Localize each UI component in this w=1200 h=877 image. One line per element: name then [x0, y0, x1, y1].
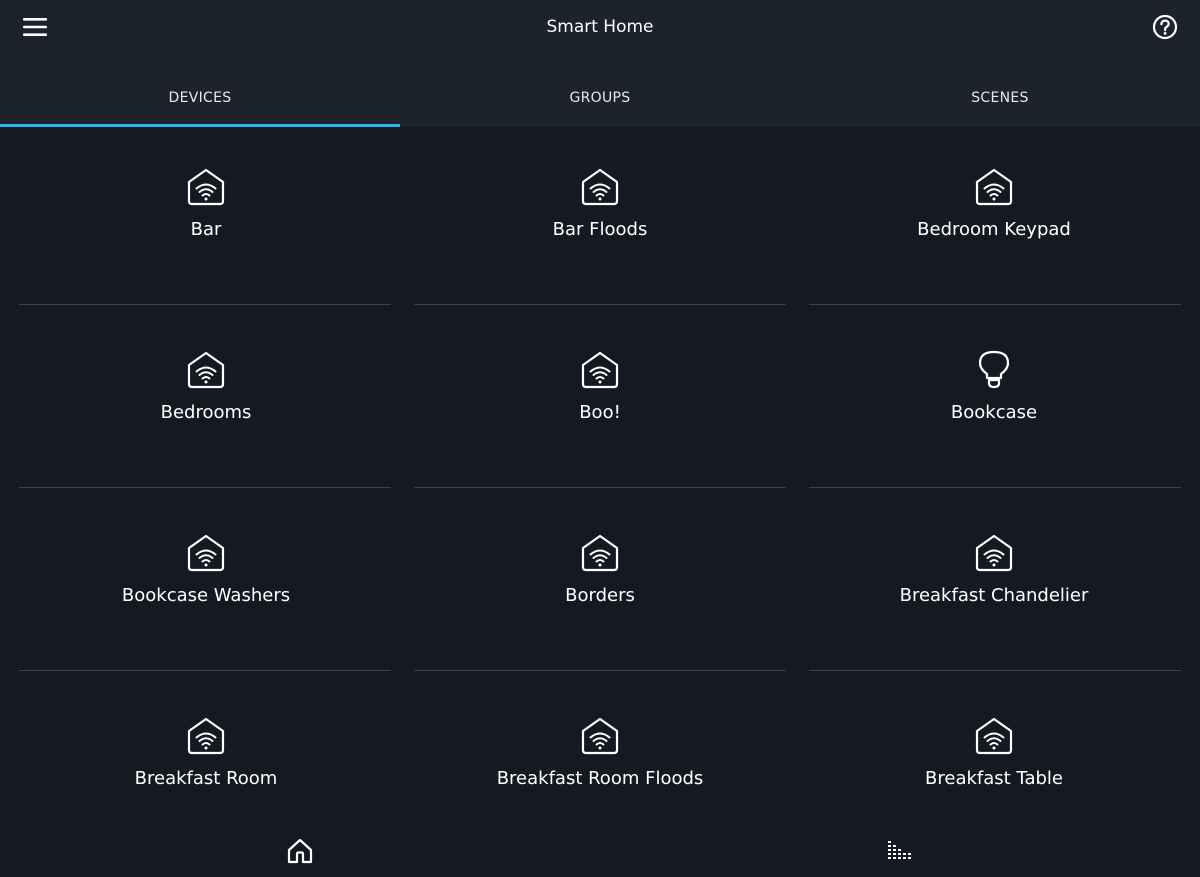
smart-home-icon — [581, 534, 619, 572]
tab-devices[interactable]: DEVICES — [0, 54, 400, 127]
tab-bar: DEVICES GROUPS SCENES — [0, 54, 1200, 127]
row-divider — [19, 670, 391, 671]
device-icon — [578, 714, 622, 758]
device-label: Bedrooms — [160, 402, 252, 423]
home-nav-icon — [287, 838, 313, 864]
smart-home-icon — [975, 534, 1013, 572]
top-bar: Smart Home — [0, 0, 1200, 54]
light-bulb-icon — [978, 350, 1010, 389]
smart-home-icon — [187, 351, 225, 389]
equalizer-icon — [888, 841, 911, 859]
row-divider — [414, 487, 786, 488]
smart-home-icon — [581, 168, 619, 206]
smart-home-icon — [975, 168, 1013, 206]
device-icon — [972, 531, 1016, 575]
device-icon — [972, 714, 1016, 758]
device-label: Bar Floods — [552, 219, 648, 240]
device-tile[interactable]: Borders — [403, 493, 797, 676]
device-tile[interactable]: Bedrooms — [9, 310, 403, 493]
smart-home-icon — [187, 168, 225, 206]
device-label: Breakfast Room Floods — [496, 768, 704, 789]
device-label: Breakfast Chandelier — [899, 585, 1089, 606]
help-circle-icon — [1152, 14, 1178, 40]
device-label: Breakfast Room — [134, 768, 278, 789]
device-tile[interactable]: Bookcase — [797, 310, 1191, 493]
device-tile[interactable]: Bedroom Keypad — [797, 127, 1191, 310]
device-icon — [184, 714, 228, 758]
device-label: Bar — [190, 219, 222, 240]
smart-home-icon — [187, 534, 225, 572]
smart-home-icon — [187, 717, 225, 755]
device-label: Breakfast Table — [925, 768, 1063, 789]
help-button[interactable] — [1148, 10, 1182, 44]
device-icon — [184, 348, 228, 392]
page-title: Smart Home — [546, 17, 654, 37]
device-icon — [578, 165, 622, 209]
device-icon — [184, 165, 228, 209]
device-icon — [972, 348, 1016, 392]
device-label: Bookcase Washers — [121, 585, 291, 606]
row-divider — [809, 304, 1181, 305]
device-label: Borders — [565, 585, 635, 606]
device-label: Bookcase — [950, 402, 1038, 423]
app-window: Smart Home DEVICES GROUPS SCENES Bar Bar Fl… — [0, 0, 1200, 877]
bottom-nav — [0, 827, 1200, 877]
row-divider — [414, 304, 786, 305]
device-tile[interactable]: Bar Floods — [403, 127, 797, 310]
device-label: Bedroom Keypad — [917, 219, 1071, 240]
smart-home-icon — [975, 717, 1013, 755]
device-label: Boo! — [579, 402, 621, 423]
menu-button[interactable] — [14, 9, 56, 45]
stats-nav-button[interactable] — [880, 831, 920, 871]
smart-home-icon — [581, 351, 619, 389]
row-divider — [414, 670, 786, 671]
tab-scenes[interactable]: SCENES — [800, 54, 1200, 127]
device-icon — [578, 348, 622, 392]
device-tile[interactable]: Breakfast Chandelier — [797, 493, 1191, 676]
device-tile[interactable]: Boo! — [403, 310, 797, 493]
row-divider — [809, 487, 1181, 488]
home-nav-button[interactable] — [280, 831, 320, 871]
device-icon — [578, 531, 622, 575]
row-divider — [19, 487, 391, 488]
row-divider — [19, 304, 391, 305]
tab-groups[interactable]: GROUPS — [400, 54, 800, 127]
device-icon — [972, 165, 1016, 209]
device-tile[interactable]: Bookcase Washers — [9, 493, 403, 676]
hamburger-menu-icon — [23, 18, 47, 36]
row-divider — [809, 670, 1181, 671]
device-icon — [184, 531, 228, 575]
device-grid: Bar Bar Floods Bedroom Keypad Bedrooms Boo! B… — [0, 127, 1200, 827]
device-tile[interactable]: Bar — [9, 127, 403, 310]
smart-home-icon — [581, 717, 619, 755]
